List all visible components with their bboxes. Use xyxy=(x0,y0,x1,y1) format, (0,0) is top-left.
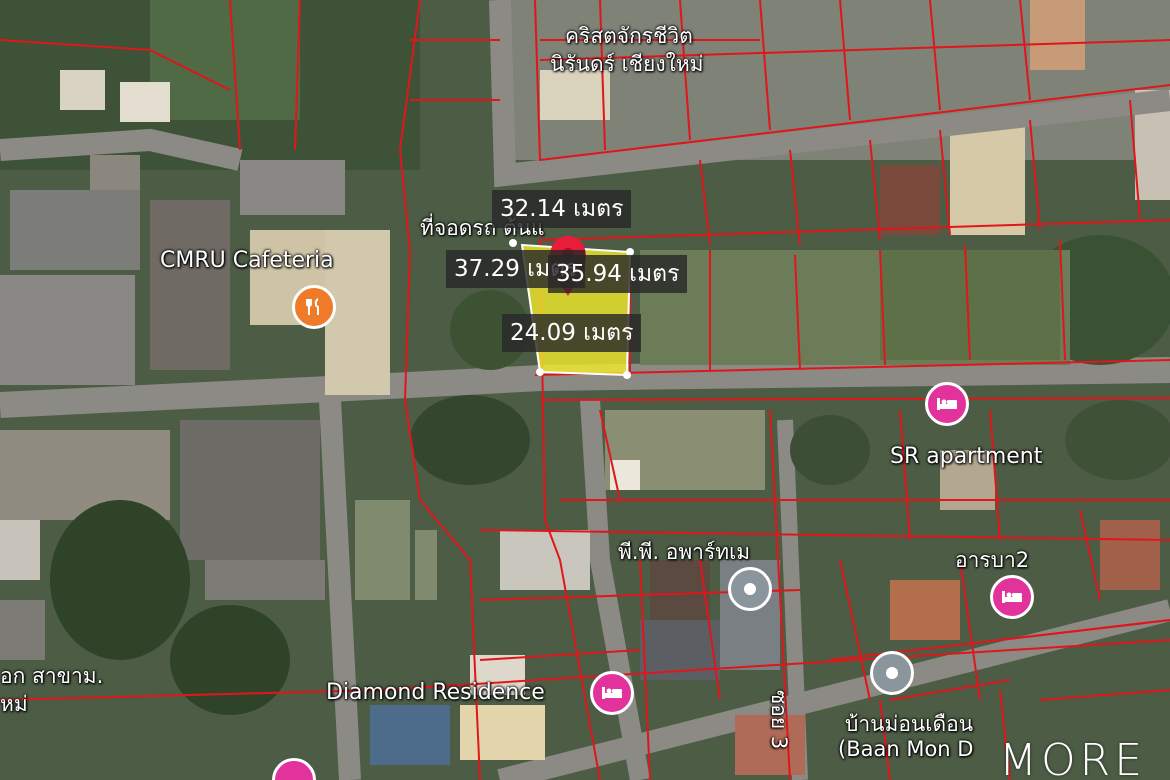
place-label-arba[interactable]: อารบา2 xyxy=(955,544,1029,577)
vertex-handle[interactable] xyxy=(536,368,544,376)
restaurant-icon[interactable] xyxy=(292,285,336,329)
place-label-partial-left-2: หม่ xyxy=(0,692,28,716)
place-label-cmru-cafeteria[interactable]: CMRU Cafeteria xyxy=(160,248,334,273)
place-label-pp-apartment[interactable]: พี.พี. อพาร์ทเม xyxy=(618,536,750,569)
measurement-bottom: 24.09 เมตร xyxy=(502,314,642,352)
map-view[interactable]: คริสตจักรชีวิต นิรันดร์ เชียงใหม่ CMRU C… xyxy=(0,0,1170,780)
vertex-handle[interactable] xyxy=(623,371,631,379)
road-label: ซอย 3 xyxy=(767,690,791,750)
generic-place-icon[interactable] xyxy=(728,567,772,611)
hotel-icon[interactable] xyxy=(590,671,634,715)
satellite-map[interactable] xyxy=(0,0,1170,780)
measurement-right: 35.94 เมตร xyxy=(548,255,688,293)
place-label-baan-mon-en[interactable]: (Baan Mon D xyxy=(838,737,973,761)
place-label-church-2: นิรันดร์ เชียงใหม่ xyxy=(550,52,704,76)
place-label-diamond-residence[interactable]: Diamond Residence xyxy=(326,680,545,705)
hotel-icon[interactable] xyxy=(990,575,1034,619)
watermark-logo: MORE xyxy=(999,735,1146,780)
generic-place-icon[interactable] xyxy=(870,651,914,695)
hotel-icon[interactable] xyxy=(925,382,969,426)
measurement-top: 32.14 เมตร xyxy=(492,190,632,228)
place-label-sr-apartment[interactable]: SR apartment xyxy=(890,444,1042,469)
